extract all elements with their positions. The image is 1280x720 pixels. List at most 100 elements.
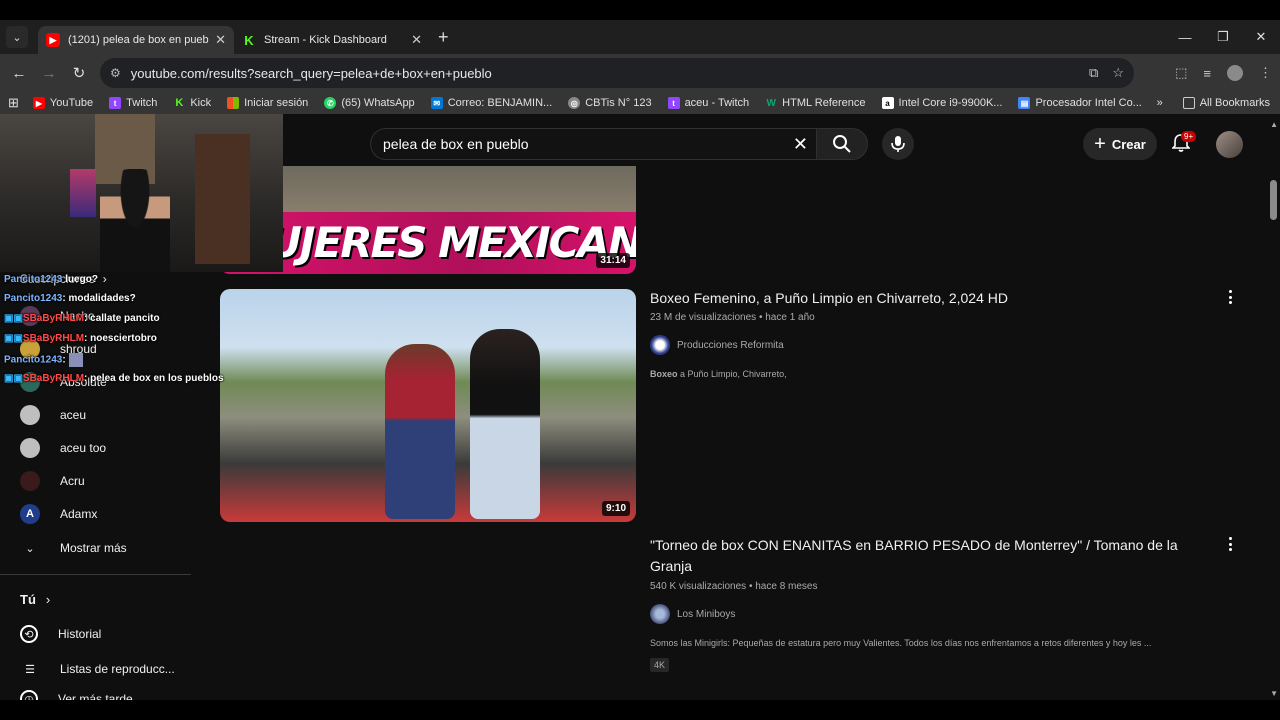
boxer-left	[385, 344, 455, 519]
webcam-shelf	[195, 134, 250, 264]
bookmark-mail[interactable]: ✉ Correo: BENJAMIN...	[430, 97, 552, 109]
sidebar-sub-aceu[interactable]: aceu	[20, 405, 86, 425]
chevron-right-icon[interactable]: »	[1157, 97, 1163, 109]
close-window-icon[interactable]: ✕	[1242, 29, 1280, 45]
screen-top-border	[0, 0, 1280, 20]
tab-youtube[interactable]: ▶ (1201) pelea de box en pueblo ✕	[38, 26, 234, 54]
channel-avatar	[650, 335, 670, 355]
doc-icon: ▤	[1018, 97, 1031, 109]
bookmarks-bar: ⊞ ▶ YouTube t Twitch K Kick Iniciar sesión …	[0, 92, 1280, 114]
create-button[interactable]: + Crear	[1083, 128, 1157, 160]
page-scrollbar[interactable]: ▲ ▼	[1266, 114, 1280, 700]
install-app-icon[interactable]: ⧉	[1089, 65, 1098, 81]
url-text: youtube.com/results?search_query=pelea+d…	[130, 65, 492, 81]
sidebar-watch-later[interactable]: ◷ Ver más tarde	[20, 690, 133, 700]
video-meta: 540 K visualizaciones • hace 8 meses	[650, 581, 818, 592]
youtube-icon: ▶	[32, 97, 45, 109]
bookmark-login[interactable]: Iniciar sesión	[227, 97, 308, 109]
apps-icon[interactable]: ⊞	[8, 95, 19, 111]
voice-search-button[interactable]	[882, 128, 914, 160]
minimize-icon[interactable]: —	[1166, 30, 1204, 45]
sidebar-sub-acru[interactable]: Acru	[20, 471, 85, 491]
forward-icon[interactable]: →	[34, 65, 64, 82]
more-options-icon[interactable]	[1226, 290, 1234, 304]
bookmark-aceu[interactable]: t aceu - Twitch	[667, 97, 749, 109]
search-input[interactable]: pelea de box en pueblo ✕	[370, 128, 816, 160]
sidebar-you[interactable]: Tú ›	[20, 592, 50, 607]
chat-message: Pancito1243:	[4, 353, 83, 367]
all-bookmarks[interactable]: All Bookmarks	[1182, 97, 1270, 109]
sidebar-show-more[interactable]: ⌄ Mostrar más	[20, 538, 126, 558]
channel-link[interactable]: Producciones Reformita	[650, 335, 784, 355]
chevron-down-icon: ⌄	[25, 542, 35, 555]
webcam-poster	[70, 169, 96, 217]
close-icon[interactable]: ✕	[411, 32, 422, 48]
browser-toolbar: ← → ↻ ⚙ youtube.com/results?search_query…	[0, 54, 1280, 92]
folder-icon	[1182, 97, 1195, 109]
profile-avatar[interactable]	[1227, 65, 1243, 81]
badge-icon: ▣▣	[4, 373, 23, 384]
video-thumbnail[interactable]: 9:10	[220, 289, 636, 522]
video-description: Boxeo a Puño Limpio, Chivarreto,	[650, 369, 787, 379]
bookmark-twitch[interactable]: t Twitch	[109, 97, 157, 109]
back-icon[interactable]: ←	[4, 65, 34, 82]
youtube-page: pelea de box en pueblo ✕ + Crear 9+ MUJE…	[0, 114, 1280, 700]
boxer-right	[470, 329, 540, 519]
new-tab-button[interactable]: +	[438, 27, 449, 48]
video-title[interactable]: "Torneo de box CON ENANITAS en BARRIO PE…	[650, 535, 1220, 577]
bookmark-cbtis[interactable]: ◎ CBTis N° 123	[568, 97, 652, 109]
search-icon	[833, 135, 851, 153]
avatar	[20, 438, 40, 458]
address-bar[interactable]: ⚙ youtube.com/results?search_query=pelea…	[100, 58, 1134, 88]
bookmark-kick[interactable]: K Kick	[173, 97, 211, 109]
account-avatar[interactable]	[1216, 131, 1243, 158]
browser-tabstrip: ⌄ ▶ (1201) pelea de box en pueblo ✕ K St…	[0, 20, 1280, 54]
clear-icon[interactable]: ✕	[793, 134, 808, 155]
bookmark-html-ref[interactable]: W HTML Reference	[765, 97, 865, 109]
w3-icon: W	[766, 97, 776, 109]
bookmark-whatsapp[interactable]: ✆ (65) WhatsApp	[324, 97, 415, 109]
avatar	[20, 471, 40, 491]
avatar: A	[20, 504, 40, 524]
more-options-icon[interactable]	[1226, 537, 1234, 551]
site-info-icon[interactable]: ⚙	[110, 66, 121, 80]
extensions-icon[interactable]: ⬚	[1175, 65, 1187, 81]
menu-icon[interactable]: ⋮	[1259, 65, 1272, 81]
notification-badge: 9+	[1181, 131, 1197, 142]
chat-message: Pancito1243 luego?	[4, 274, 98, 285]
sidebar-history[interactable]: ⟲ Historial	[20, 625, 101, 643]
twitch-icon: t	[109, 97, 122, 109]
restore-icon[interactable]: ❐	[1204, 29, 1242, 45]
kick-icon: K	[175, 97, 184, 109]
microsoft-icon	[227, 97, 240, 109]
bookmark-youtube[interactable]: ▶ YouTube	[32, 97, 93, 109]
close-icon[interactable]: ✕	[215, 32, 226, 48]
webcam-person	[100, 169, 170, 272]
tab-search-button[interactable]: ⌄	[6, 26, 28, 48]
bookmark-procesador[interactable]: ▤ Procesador Intel Co...	[1018, 97, 1142, 109]
video-title[interactable]: Boxeo Femenino, a Puño Limpio en Chivarr…	[650, 288, 1008, 309]
media-control-icon[interactable]: ≡	[1203, 66, 1211, 81]
chevron-right-icon: ›	[45, 592, 51, 607]
kick-icon: K	[244, 32, 254, 48]
channel-avatar	[650, 604, 670, 624]
chat-message: ▣▣SBaByRHLM: callate pancito	[4, 313, 160, 324]
chat-message: ▣▣SBaByRHLM: pelea de box en los pueblos	[4, 373, 224, 384]
tab-kick[interactable]: K Stream - Kick Dashboard ✕	[234, 26, 430, 54]
chat-message: ▣▣SBaByRHLM: noesciertobro	[4, 333, 157, 344]
chat-message: Pancito1243: modalidades?	[4, 293, 136, 304]
quality-badge: 4K	[650, 658, 670, 672]
sidebar-playlists[interactable]: ☰ Listas de reproducc...	[20, 659, 175, 679]
scroll-down-icon[interactable]: ▼	[1270, 689, 1278, 698]
sidebar-sub-aceu-too[interactable]: aceu too	[20, 438, 106, 458]
scrollbar-thumb[interactable]	[1270, 180, 1277, 220]
scroll-up-icon[interactable]: ▲	[1270, 120, 1278, 129]
reload-icon[interactable]: ↻	[64, 64, 94, 82]
history-icon: ⟲	[20, 625, 38, 643]
sidebar-sub-adamx[interactable]: A Adamx	[20, 504, 97, 524]
bookmark-intel[interactable]: a Intel Core i9-9900K...	[881, 97, 1002, 109]
tab-title: Stream - Kick Dashboard	[264, 34, 387, 46]
channel-link[interactable]: Los Miniboys	[650, 604, 735, 624]
search-button[interactable]	[816, 128, 868, 160]
bookmark-star-icon[interactable]: ☆	[1112, 65, 1124, 81]
